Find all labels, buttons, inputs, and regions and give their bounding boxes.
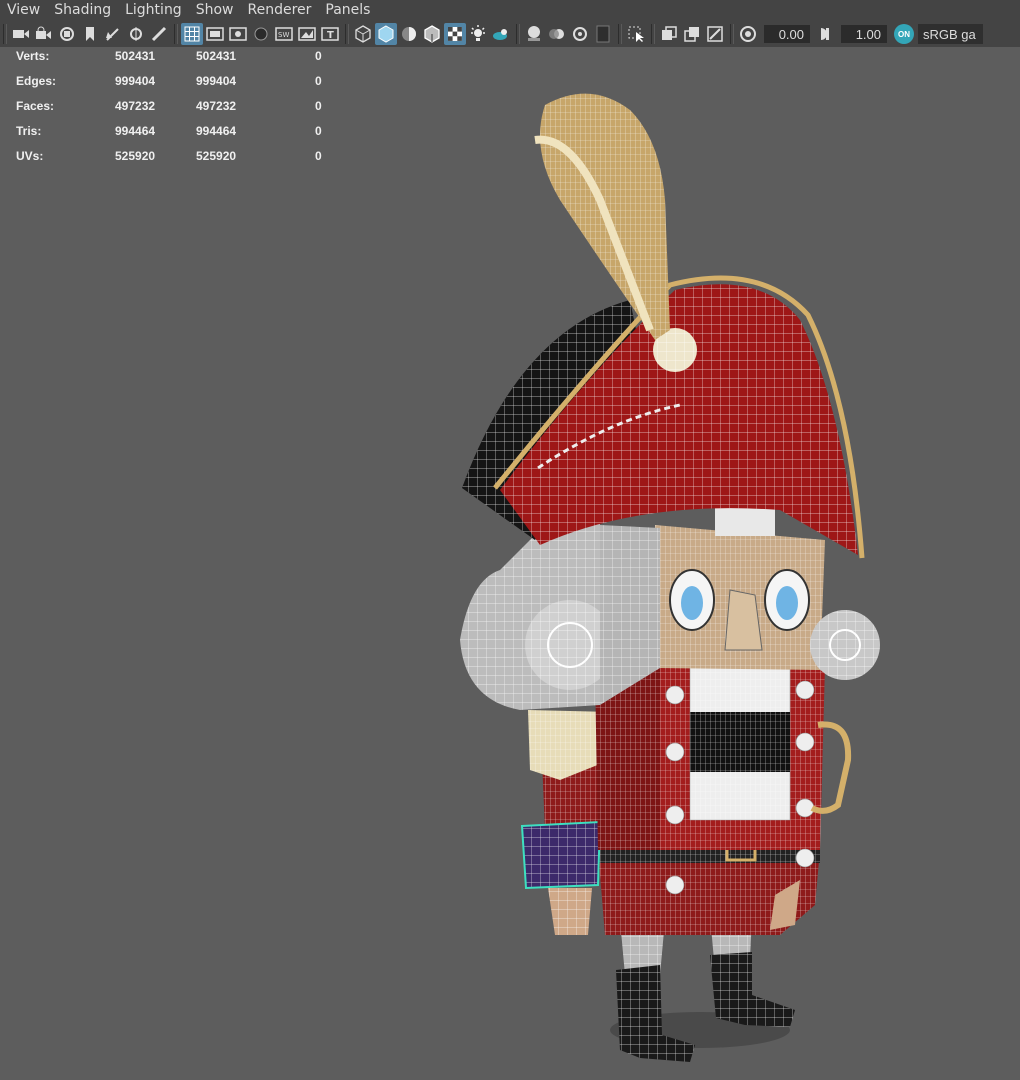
toolbar-separator [174,24,178,44]
hud-label: UVs: [16,149,44,163]
hud-value-selected: 0 [315,49,322,63]
wireframe-on-shaded-icon[interactable] [421,23,443,45]
hud-row-edges: Edges: 999404 999404 0 [16,73,346,98]
menu-renderer[interactable]: Renderer [240,0,318,21]
color-management-toggle[interactable]: ON [894,24,914,44]
hud-value-visible: 525920 [196,149,237,163]
field-chart-icon[interactable]: SW [273,23,295,45]
hud-value-scene: 994464 [115,124,156,138]
bookmark-camera-icon[interactable] [56,23,78,45]
hud-value-scene: 525920 [115,149,156,163]
smooth-shade-icon[interactable] [375,23,397,45]
menu-show[interactable]: Show [189,0,241,21]
toolbar-separator [730,24,734,44]
panel-toolbar: SW T 0.00 1.00 ON sRGB ga [0,21,1020,47]
multisample-aa-icon[interactable] [569,23,591,45]
poly-count-hud: Verts: 502431 502431 0 Edges: 999404 999… [16,48,346,173]
bookmark-icon[interactable] [79,23,101,45]
safe-title-icon[interactable]: T [319,23,341,45]
hud-value-visible: 502431 [196,49,237,63]
wireframe-icon[interactable] [352,23,374,45]
menu-shading[interactable]: Shading [47,0,118,21]
hud-value-visible: 999404 [196,74,237,88]
menu-view[interactable]: View [0,0,47,21]
hud-value-visible: 497232 [196,99,237,113]
safe-action-icon[interactable] [296,23,318,45]
hud-label: Faces: [16,99,55,113]
hud-row-faces: Faces: 497232 497232 0 [16,98,346,123]
hud-label: Edges: [16,74,57,88]
depth-of-field-icon[interactable] [592,23,614,45]
hud-value-scene: 502431 [115,49,156,63]
svg-text:T: T [327,30,334,41]
film-gate-icon[interactable] [204,23,226,45]
exposure-icon[interactable] [737,23,759,45]
hud-row-verts: Verts: 502431 502431 0 [16,48,346,73]
exposure-field[interactable]: 0.00 [764,25,810,43]
shadow-icon[interactable] [490,23,512,45]
hud-value-selected: 0 [315,99,322,113]
isolate-select-icon[interactable] [625,23,647,45]
gate-mask-icon[interactable] [250,23,272,45]
camera-attributes-icon[interactable] [33,23,55,45]
default-material-icon[interactable] [398,23,420,45]
resolution-gate-icon[interactable] [227,23,249,45]
toolbar-separator [516,24,520,44]
hud-label: Verts: [16,49,50,63]
gamma-field[interactable]: 1.00 [841,25,887,43]
toolbar-separator [651,24,655,44]
hud-label: Tris: [16,124,42,138]
grid-icon[interactable] [181,23,203,45]
menu-lighting[interactable]: Lighting [118,0,189,21]
nutcracker-wireframe-model[interactable] [440,80,900,1070]
hud-row-uvs: UVs: 525920 525920 0 [16,148,346,173]
gamma-icon[interactable] [814,23,836,45]
menu-panels[interactable]: Panels [318,0,377,21]
head [655,506,825,670]
hud-value-selected: 0 [315,124,322,138]
toolbar-separator [618,24,622,44]
xray-icon[interactable] [658,23,680,45]
screen-space-ao-icon[interactable] [523,23,545,45]
2d-pan-zoom-icon[interactable] [125,23,147,45]
xray-joints-icon[interactable] [704,23,726,45]
hud-value-scene: 497232 [115,99,156,113]
toolbar-separator [345,24,349,44]
plume [534,93,670,341]
grease-pencil-icon[interactable] [148,23,170,45]
image-plane-icon[interactable] [102,23,124,45]
xray-active-components-icon[interactable] [681,23,703,45]
hud-value-visible: 994464 [196,124,237,138]
hud-row-tris: Tris: 994464 994464 0 [16,123,346,148]
toolbar-grip[interactable] [3,24,7,44]
hud-value-scene: 999404 [115,74,156,88]
svg-text:SW: SW [278,31,289,39]
motion-blur-icon[interactable] [546,23,568,45]
panel-menubar: View Shading Lighting Show Renderer Pane… [0,0,1020,21]
hud-value-selected: 0 [315,74,322,88]
select-camera-icon[interactable] [10,23,32,45]
hud-value-selected: 0 [315,149,322,163]
view-transform-dropdown[interactable]: sRGB ga [918,24,983,44]
light-icon[interactable] [467,23,489,45]
textured-icon[interactable] [444,23,466,45]
